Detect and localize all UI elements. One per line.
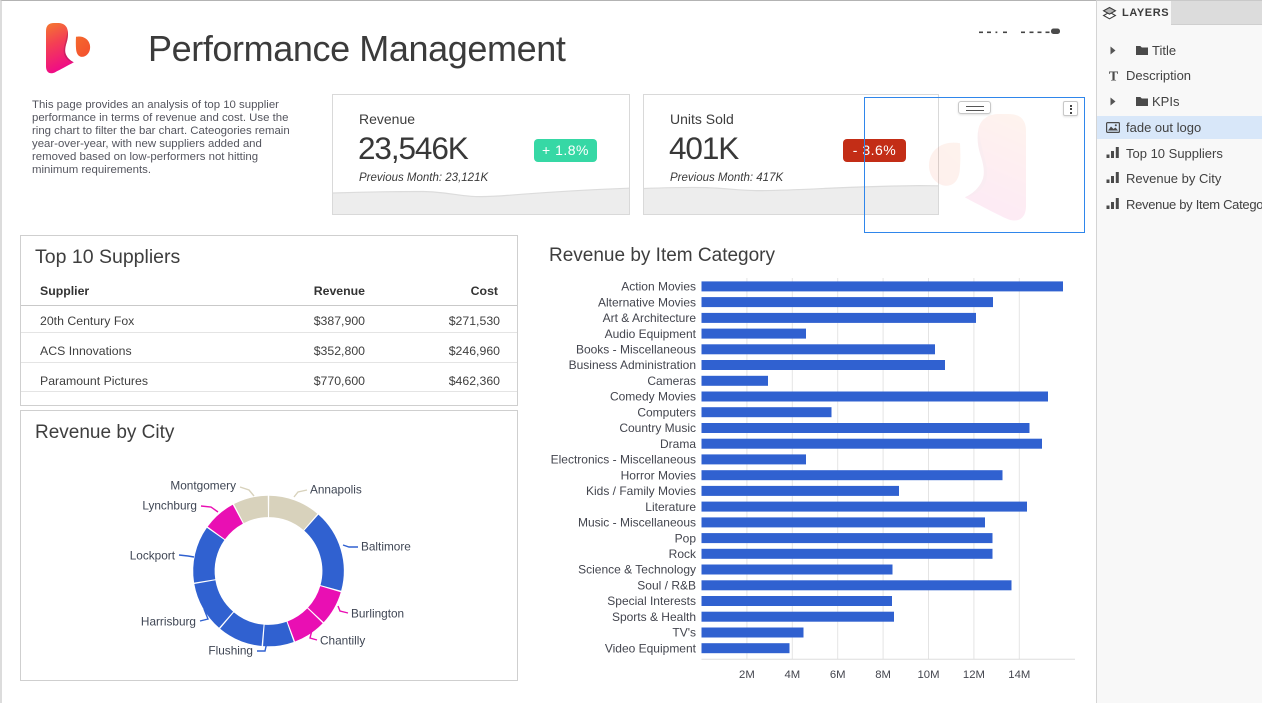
svg-text:Special Interests: Special Interests [607,594,696,608]
svg-text:Kids / Family Movies: Kids / Family Movies [586,484,696,498]
svg-text:Computers: Computers [637,405,696,419]
svg-text:Electronics - Miscellaneous: Electronics - Miscellaneous [551,453,696,467]
svg-text:T: T [1109,70,1119,83]
svg-text:Country Music: Country Music [619,421,696,435]
svg-text:8M: 8M [875,669,891,681]
svg-text:Horror Movies: Horror Movies [621,468,696,482]
svg-text:Art & Architecture: Art & Architecture [603,311,697,325]
svg-text:Alternative Movies: Alternative Movies [598,295,696,309]
svg-text:Action Movies: Action Movies [621,280,696,294]
svg-text:2M: 2M [739,669,755,681]
svg-text:Drama: Drama [660,437,696,451]
svg-text:6M: 6M [830,669,846,681]
svg-text:Rock: Rock [669,547,697,561]
svg-text:Books - Miscellaneous: Books - Miscellaneous [576,343,696,357]
svg-text:Cameras: Cameras [647,374,696,388]
svg-text:Sports & Health: Sports & Health [612,610,696,624]
svg-text:Soul / R&B: Soul / R&B [637,579,696,593]
svg-text:10M: 10M [918,669,940,681]
svg-text:Audio Equipment: Audio Equipment [605,327,697,341]
svg-text:Video Equipment: Video Equipment [605,641,697,655]
svg-text:Music - Miscellaneous: Music - Miscellaneous [578,516,696,530]
svg-text:4M: 4M [784,669,800,681]
svg-text:Science & Technology: Science & Technology [578,563,696,577]
svg-text:TV's: TV's [672,626,696,640]
svg-text:Pop: Pop [675,531,697,545]
svg-text:14M: 14M [1008,669,1030,681]
svg-text:Literature: Literature [645,500,696,514]
svg-text:Comedy Movies: Comedy Movies [610,390,696,404]
svg-text:Business Administration: Business Administration [569,358,696,372]
svg-text:12M: 12M [963,669,985,681]
